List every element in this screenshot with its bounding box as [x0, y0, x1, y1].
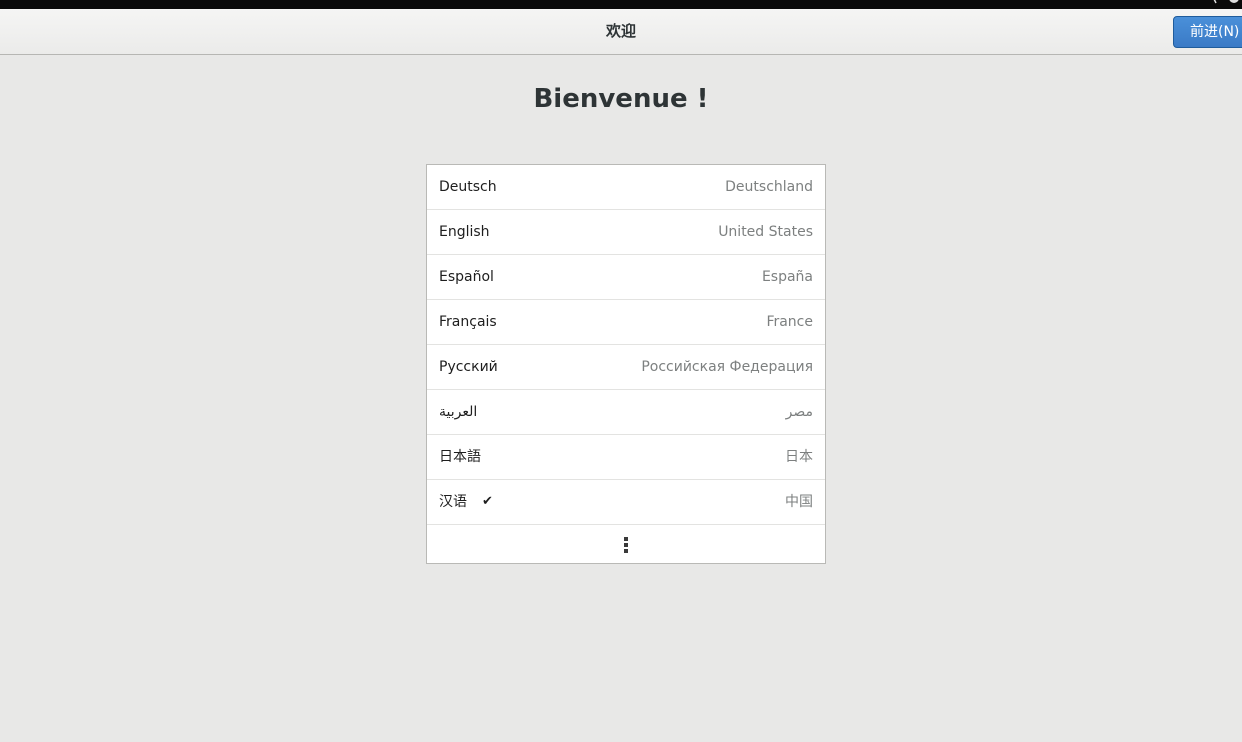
more-languages-button[interactable]: [427, 525, 825, 565]
system-top-bar: [0, 0, 1242, 9]
language-name: Français: [439, 314, 497, 330]
next-button[interactable]: 前进(N): [1173, 16, 1242, 48]
language-region: United States: [718, 224, 813, 240]
language-row-russian[interactable]: Русский Российская Федерация: [427, 345, 825, 390]
language-name: Русский: [439, 359, 498, 375]
language-row-japanese[interactable]: 日本語 日本: [427, 435, 825, 480]
language-region: Российская Федерация: [641, 359, 813, 375]
language-name: العربية: [439, 404, 478, 420]
language-name: Español: [439, 269, 494, 285]
language-region: مصر: [785, 404, 813, 420]
language-row-espanol[interactable]: Español España: [427, 255, 825, 300]
checkmark-icon: ✔: [482, 494, 493, 509]
language-region: España: [761, 269, 813, 285]
language-row-chinese[interactable]: 汉语 ✔ 中国: [427, 480, 825, 525]
language-name: Deutsch: [439, 179, 497, 195]
language-region: 日本: [785, 449, 813, 465]
language-row-english[interactable]: English United States: [427, 210, 825, 255]
language-list: Deutsch Deutschland English United State…: [426, 164, 826, 564]
language-name: 汉语: [439, 494, 467, 510]
language-region: Deutschland: [725, 179, 813, 195]
language-region: France: [766, 314, 813, 330]
welcome-heading: Bienvenue !: [533, 84, 709, 114]
window-title: 欢迎: [605, 22, 636, 40]
language-name: 日本語: [439, 449, 481, 465]
header-bar: 欢迎 前进(N): [0, 9, 1242, 55]
system-tray-icons: [1213, 0, 1239, 4]
language-row-arabic[interactable]: العربية مصر: [427, 390, 825, 435]
more-vertical-icon: [624, 537, 628, 553]
language-name: English: [439, 224, 490, 240]
language-row-deutsch[interactable]: Deutsch Deutschland: [427, 165, 825, 210]
language-region: 中国: [785, 494, 813, 510]
language-row-francais[interactable]: Français France: [427, 300, 825, 345]
